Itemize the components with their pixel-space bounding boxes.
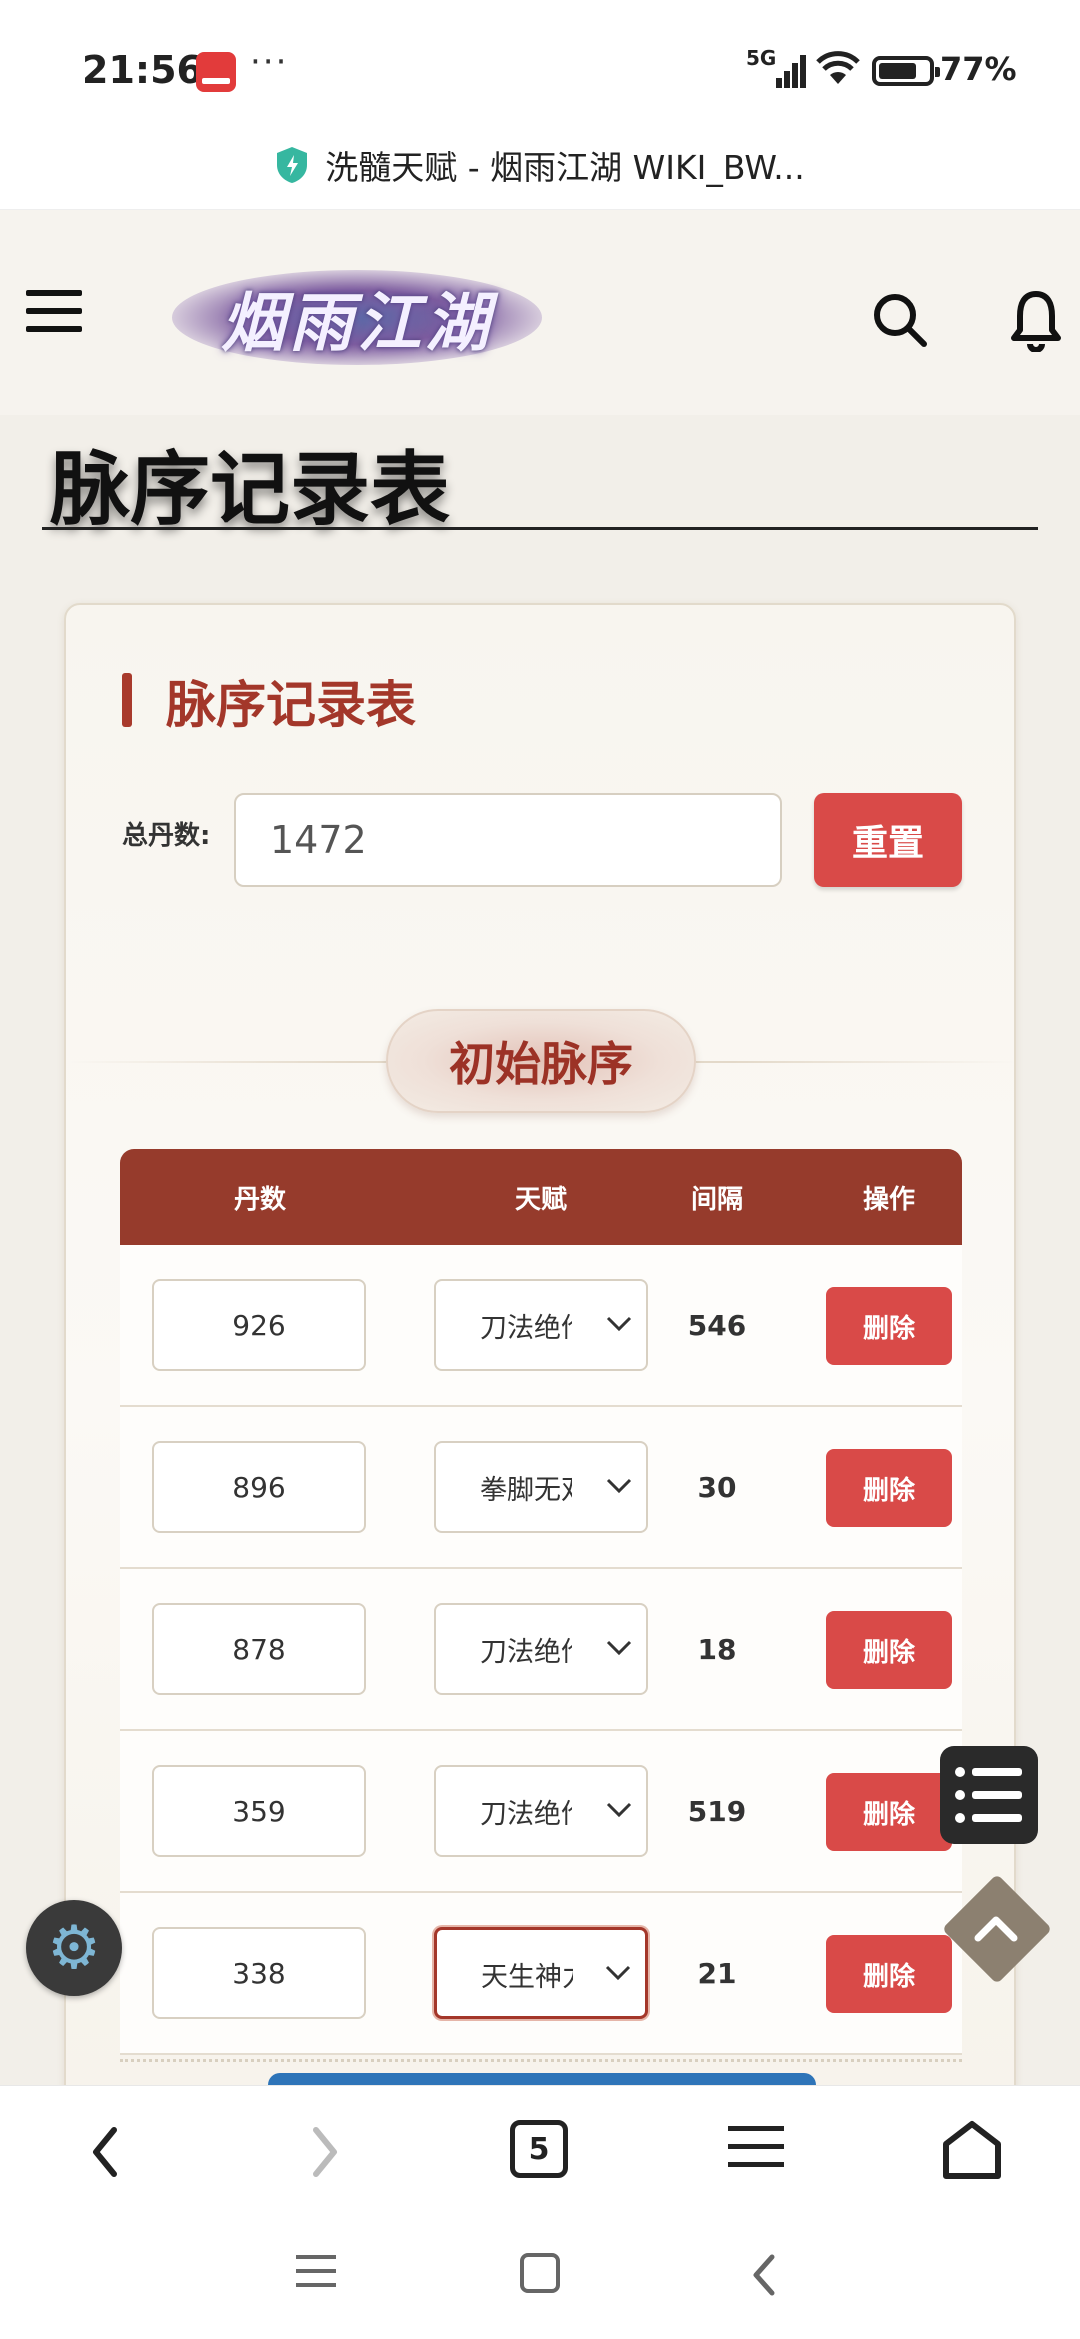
chevron-down-icon xyxy=(606,1802,632,1818)
gap-value: 546 xyxy=(687,1308,747,1342)
chevron-down-icon xyxy=(605,1965,631,1981)
card-title: 脉序记录表 xyxy=(166,676,416,734)
table-header: 丹数 天赋 间隔 操作 xyxy=(120,1149,962,1245)
talent-select[interactable]: 天生神力 xyxy=(434,1927,648,2019)
chevron-down-icon xyxy=(606,1316,632,1332)
talent-select-value: 刀法绝伦 xyxy=(480,1798,572,1830)
chevron-down-icon xyxy=(606,1640,632,1656)
total-count-input[interactable]: 1472 xyxy=(234,793,782,887)
table-row: 926 刀法绝伦 546 删除 xyxy=(120,1245,962,1407)
talent-select[interactable]: 刀法绝伦 xyxy=(434,1279,648,1371)
gear-icon: ⚙ xyxy=(47,1913,101,1983)
chevron-right-icon[interactable] xyxy=(304,2124,344,2180)
table-row: 878 刀法绝伦 18 删除 xyxy=(120,1569,962,1731)
delete-button[interactable]: 删除 xyxy=(826,1287,952,1365)
signal-icon xyxy=(776,55,806,88)
battery-icon xyxy=(872,56,940,86)
page-content: 脉序记录表 脉序记录表 总丹数: 1472 重置 初始脉序 丹数 天赋 间隔 操… xyxy=(0,415,1080,2085)
chevron-down-icon xyxy=(606,1478,632,1494)
gap-value: 21 xyxy=(697,1956,737,1990)
logo-text: 烟雨江湖 xyxy=(221,285,493,361)
count-input[interactable]: 878 xyxy=(152,1603,366,1695)
recent-apps-icon[interactable] xyxy=(296,2255,336,2297)
battery-percent: 77% xyxy=(940,50,1017,88)
table-row: 359 刀法绝伦 519 删除 xyxy=(120,1731,962,1893)
site-header: 烟雨江湖 xyxy=(0,210,1080,415)
system-back-icon[interactable] xyxy=(748,2251,780,2299)
header-action: 操作 xyxy=(862,1184,915,1215)
table-row: 896 拳脚无双 30 删除 xyxy=(120,1407,962,1569)
system-home-icon[interactable] xyxy=(520,2253,560,2293)
tabs-button[interactable]: 5 xyxy=(510,2120,568,2178)
status-bar: 21:56 ··· 5G 77% xyxy=(0,0,1080,130)
settings-button[interactable]: ⚙ xyxy=(26,1900,122,1996)
talent-select-value: 刀法绝伦 xyxy=(480,1636,572,1668)
wifi-icon xyxy=(816,51,860,84)
count-input[interactable]: 338 xyxy=(152,1927,366,2019)
talent-select-value: 刀法绝伦 xyxy=(480,1312,572,1344)
home-icon[interactable] xyxy=(940,2120,1004,2182)
chevron-up-icon xyxy=(974,1916,1018,1942)
header-count: 丹数 xyxy=(233,1184,286,1215)
status-time: 21:56 xyxy=(82,48,203,92)
reset-button[interactable]: 重置 xyxy=(814,793,962,887)
gap-value: 18 xyxy=(697,1632,737,1666)
section-heading-initial-order: 初始脉序 xyxy=(386,1009,696,1113)
talent-select[interactable]: 刀法绝伦 xyxy=(434,1603,648,1695)
battery-level xyxy=(879,63,916,79)
site-logo[interactable]: 烟雨江湖 xyxy=(172,260,542,375)
talent-select[interactable]: 拳脚无双 xyxy=(434,1441,648,1533)
order-table: 丹数 天赋 间隔 操作 926 刀法绝伦 546 删除 896 拳脚无双 xyxy=(120,1149,962,2055)
gap-value: 519 xyxy=(687,1794,747,1828)
count-input[interactable]: 926 xyxy=(152,1279,366,1371)
more-notifications-icon: ··· xyxy=(250,42,289,82)
toc-button[interactable] xyxy=(940,1746,1038,1844)
title-divider xyxy=(42,527,1038,530)
count-input[interactable]: 896 xyxy=(152,1441,366,1533)
search-icon[interactable] xyxy=(870,290,930,350)
delete-button[interactable]: 删除 xyxy=(826,1935,952,2013)
chevron-left-icon[interactable] xyxy=(86,2124,126,2180)
url-bar[interactable]: 洗髓天赋 - 烟雨江湖 WIKI_BW... xyxy=(0,130,1080,210)
page-title: 脉序记录表 xyxy=(50,443,450,536)
gap-value: 30 xyxy=(697,1470,737,1504)
list-icon xyxy=(955,1767,1022,1823)
talent-select-value: 拳脚无双 xyxy=(480,1474,572,1506)
bell-icon[interactable] xyxy=(1008,288,1064,352)
talent-select-value: 天生神力 xyxy=(481,1961,573,1993)
total-count-label: 总丹数: xyxy=(122,821,211,851)
delete-button[interactable]: 删除 xyxy=(826,1611,952,1689)
app-notification-icon xyxy=(196,52,236,92)
count-input[interactable]: 359 xyxy=(152,1765,366,1857)
hamburger-icon[interactable] xyxy=(26,290,82,338)
table-row: 338 天生神力 21 删除 xyxy=(120,1893,962,2055)
delete-button[interactable]: 删除 xyxy=(826,1449,952,1527)
add-row-button[interactable] xyxy=(268,2073,816,2085)
shield-icon xyxy=(277,147,308,183)
talent-select[interactable]: 刀法绝伦 xyxy=(434,1765,648,1857)
header-gap: 间隔 xyxy=(690,1184,743,1215)
browser-toolbar: 5 xyxy=(0,2085,1080,2215)
delete-button[interactable]: 删除 xyxy=(826,1773,952,1851)
table-footer-divider xyxy=(120,2059,962,2062)
card-title-accent xyxy=(122,673,132,727)
page-url-title[interactable]: 洗髓天赋 - 烟雨江湖 WIKI_BW... xyxy=(325,141,804,189)
header-talent: 天赋 xyxy=(514,1184,567,1215)
record-card: 脉序记录表 总丹数: 1472 重置 初始脉序 丹数 天赋 间隔 操作 926 … xyxy=(64,603,1018,2085)
browser-menu-icon[interactable] xyxy=(728,2126,784,2180)
system-navigation xyxy=(0,2215,1080,2339)
